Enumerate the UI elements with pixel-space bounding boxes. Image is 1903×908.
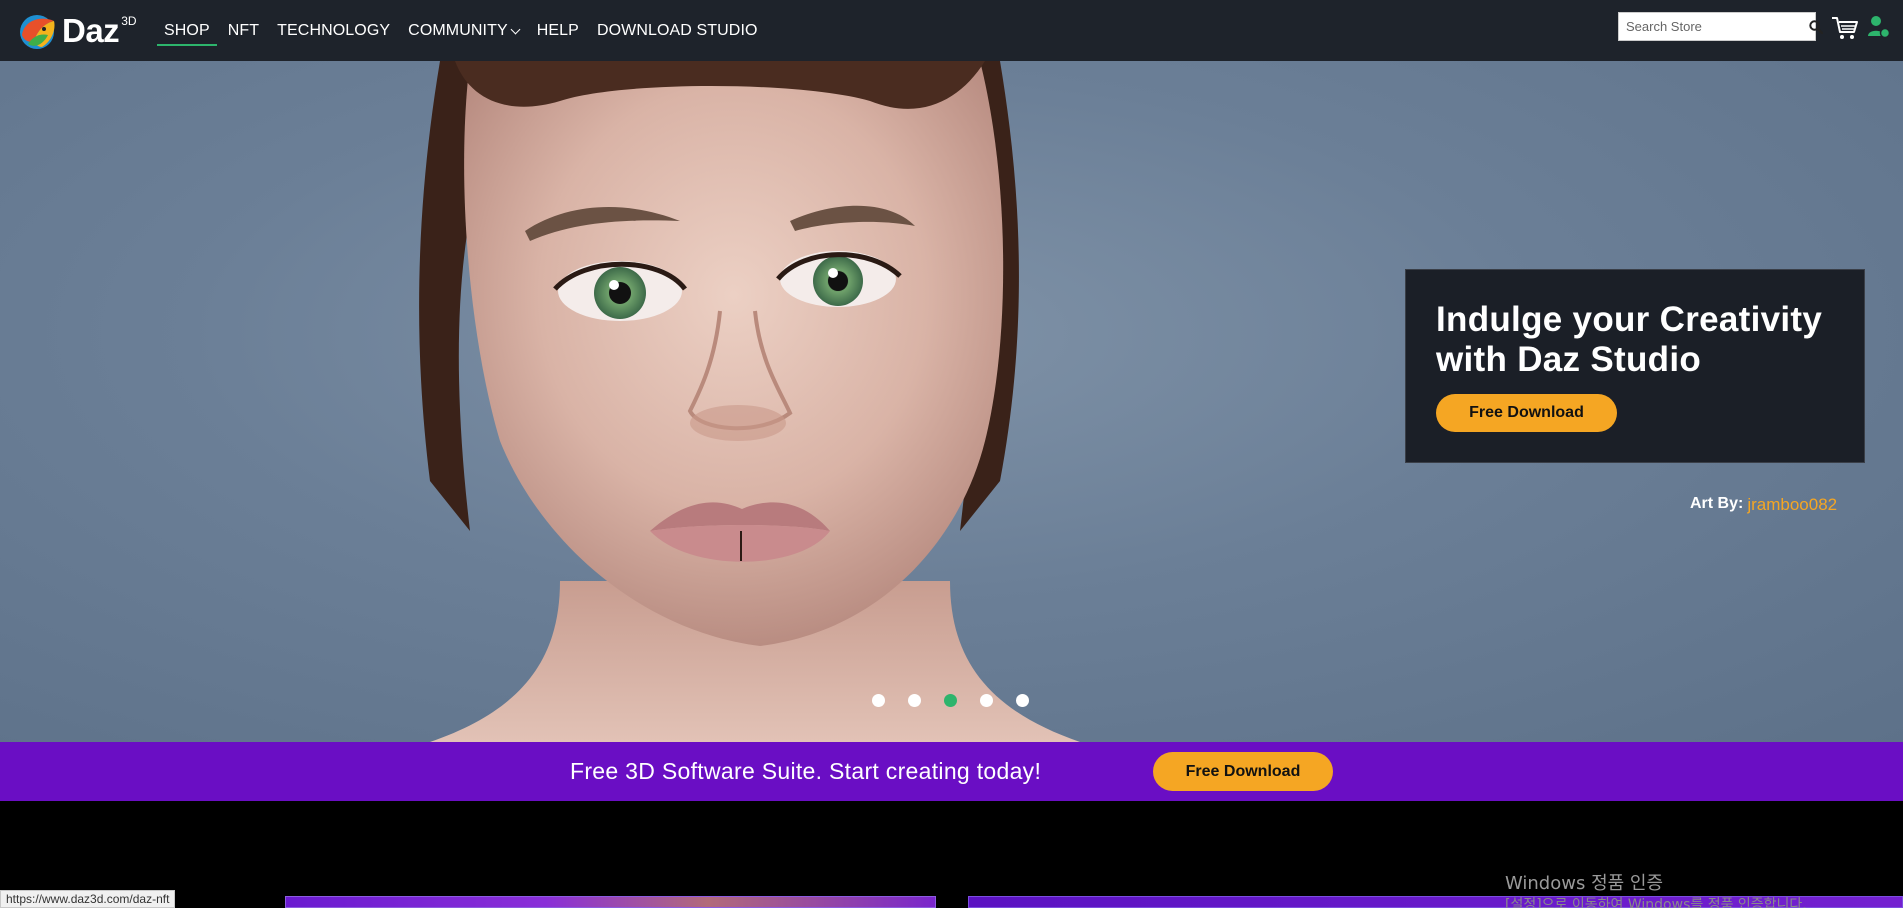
hero-free-download-button[interactable]: Free Download: [1436, 394, 1617, 432]
content-section: Windows 정품 인증 [설정]으로 이동하여 Windows를 정품 인증…: [0, 801, 1903, 908]
windows-activation-watermark: Windows 정품 인증 [설정]으로 이동하여 Windows를 정품 인증…: [1505, 873, 1807, 908]
carousel-dot-4[interactable]: [980, 694, 993, 707]
hero-carousel: Indulge your Creativity with Daz Studio …: [0, 61, 1903, 742]
carousel-dot-3[interactable]: [944, 694, 957, 707]
nav-shop-label: SHOP: [164, 22, 210, 39]
nav-help[interactable]: HELP: [528, 18, 588, 44]
nav-nft-label: NFT: [227, 22, 260, 39]
carousel-dot-1[interactable]: [872, 694, 885, 707]
daz3d-logo[interactable]: Daz 3D: [14, 8, 137, 54]
nav-download-studio-label: DOWNLOAD STUDIO: [596, 22, 758, 39]
account-icon[interactable]: [1868, 14, 1890, 40]
cart-icon[interactable]: [1831, 15, 1859, 41]
brand-name: Daz: [62, 12, 120, 49]
banner-free-download-button[interactable]: Free Download: [1153, 752, 1333, 791]
nav-technology-label: TECHNOLOGY: [277, 22, 391, 39]
art-credit: Art By: jramboo082: [1690, 495, 1890, 515]
main-nav: SHOP NFT TECHNOLOGY COMMUNITY HELP DOWNL…: [155, 18, 767, 46]
nav-shop[interactable]: SHOP: [155, 18, 219, 46]
nav-technology[interactable]: TECHNOLOGY: [268, 18, 399, 44]
feature-card-left[interactable]: [285, 896, 936, 908]
top-navbar: Daz 3D SHOP NFT TECHNOLOGY COMMUNITY HEL…: [0, 0, 1903, 61]
nav-help-label: HELP: [536, 22, 579, 39]
nav-community-label: COMMUNITY: [408, 22, 508, 39]
nav-community[interactable]: COMMUNITY: [399, 18, 528, 44]
windows-activation-title: Windows 정품 인증: [1505, 873, 1664, 894]
carousel-dots: [872, 694, 1029, 707]
art-credit-author-link[interactable]: jramboo082: [1747, 495, 1837, 515]
carousel-dot-2[interactable]: [908, 694, 921, 707]
search-box: [1618, 12, 1823, 41]
daz-logo-icon: [20, 15, 55, 49]
promo-card: Indulge your Creativity with Daz Studio …: [1405, 269, 1865, 463]
nav-download-studio[interactable]: DOWNLOAD STUDIO: [588, 18, 767, 44]
windows-activation-subtitle: [설정]으로 이동하여 Windows를 정품 인증합니다.: [1505, 897, 1807, 908]
chevron-down-icon: [510, 24, 521, 34]
art-credit-label: Art By:: [1690, 495, 1744, 512]
brand-superscript: 3D: [121, 14, 137, 28]
nav-nft[interactable]: NFT: [219, 18, 268, 44]
carousel-dot-5[interactable]: [1016, 694, 1029, 707]
download-banner: Free 3D Software Suite. Start creating t…: [0, 742, 1903, 801]
banner-text: Free 3D Software Suite. Start creating t…: [570, 758, 1042, 784]
search-button[interactable]: [1809, 13, 1823, 40]
promo-title: Indulge your Creativity with Daz Studio: [1436, 300, 1823, 379]
search-icon: [1809, 19, 1823, 34]
status-bar-url: https://www.daz3d.com/daz-nft: [0, 890, 176, 908]
search-input[interactable]: [1619, 13, 1809, 40]
